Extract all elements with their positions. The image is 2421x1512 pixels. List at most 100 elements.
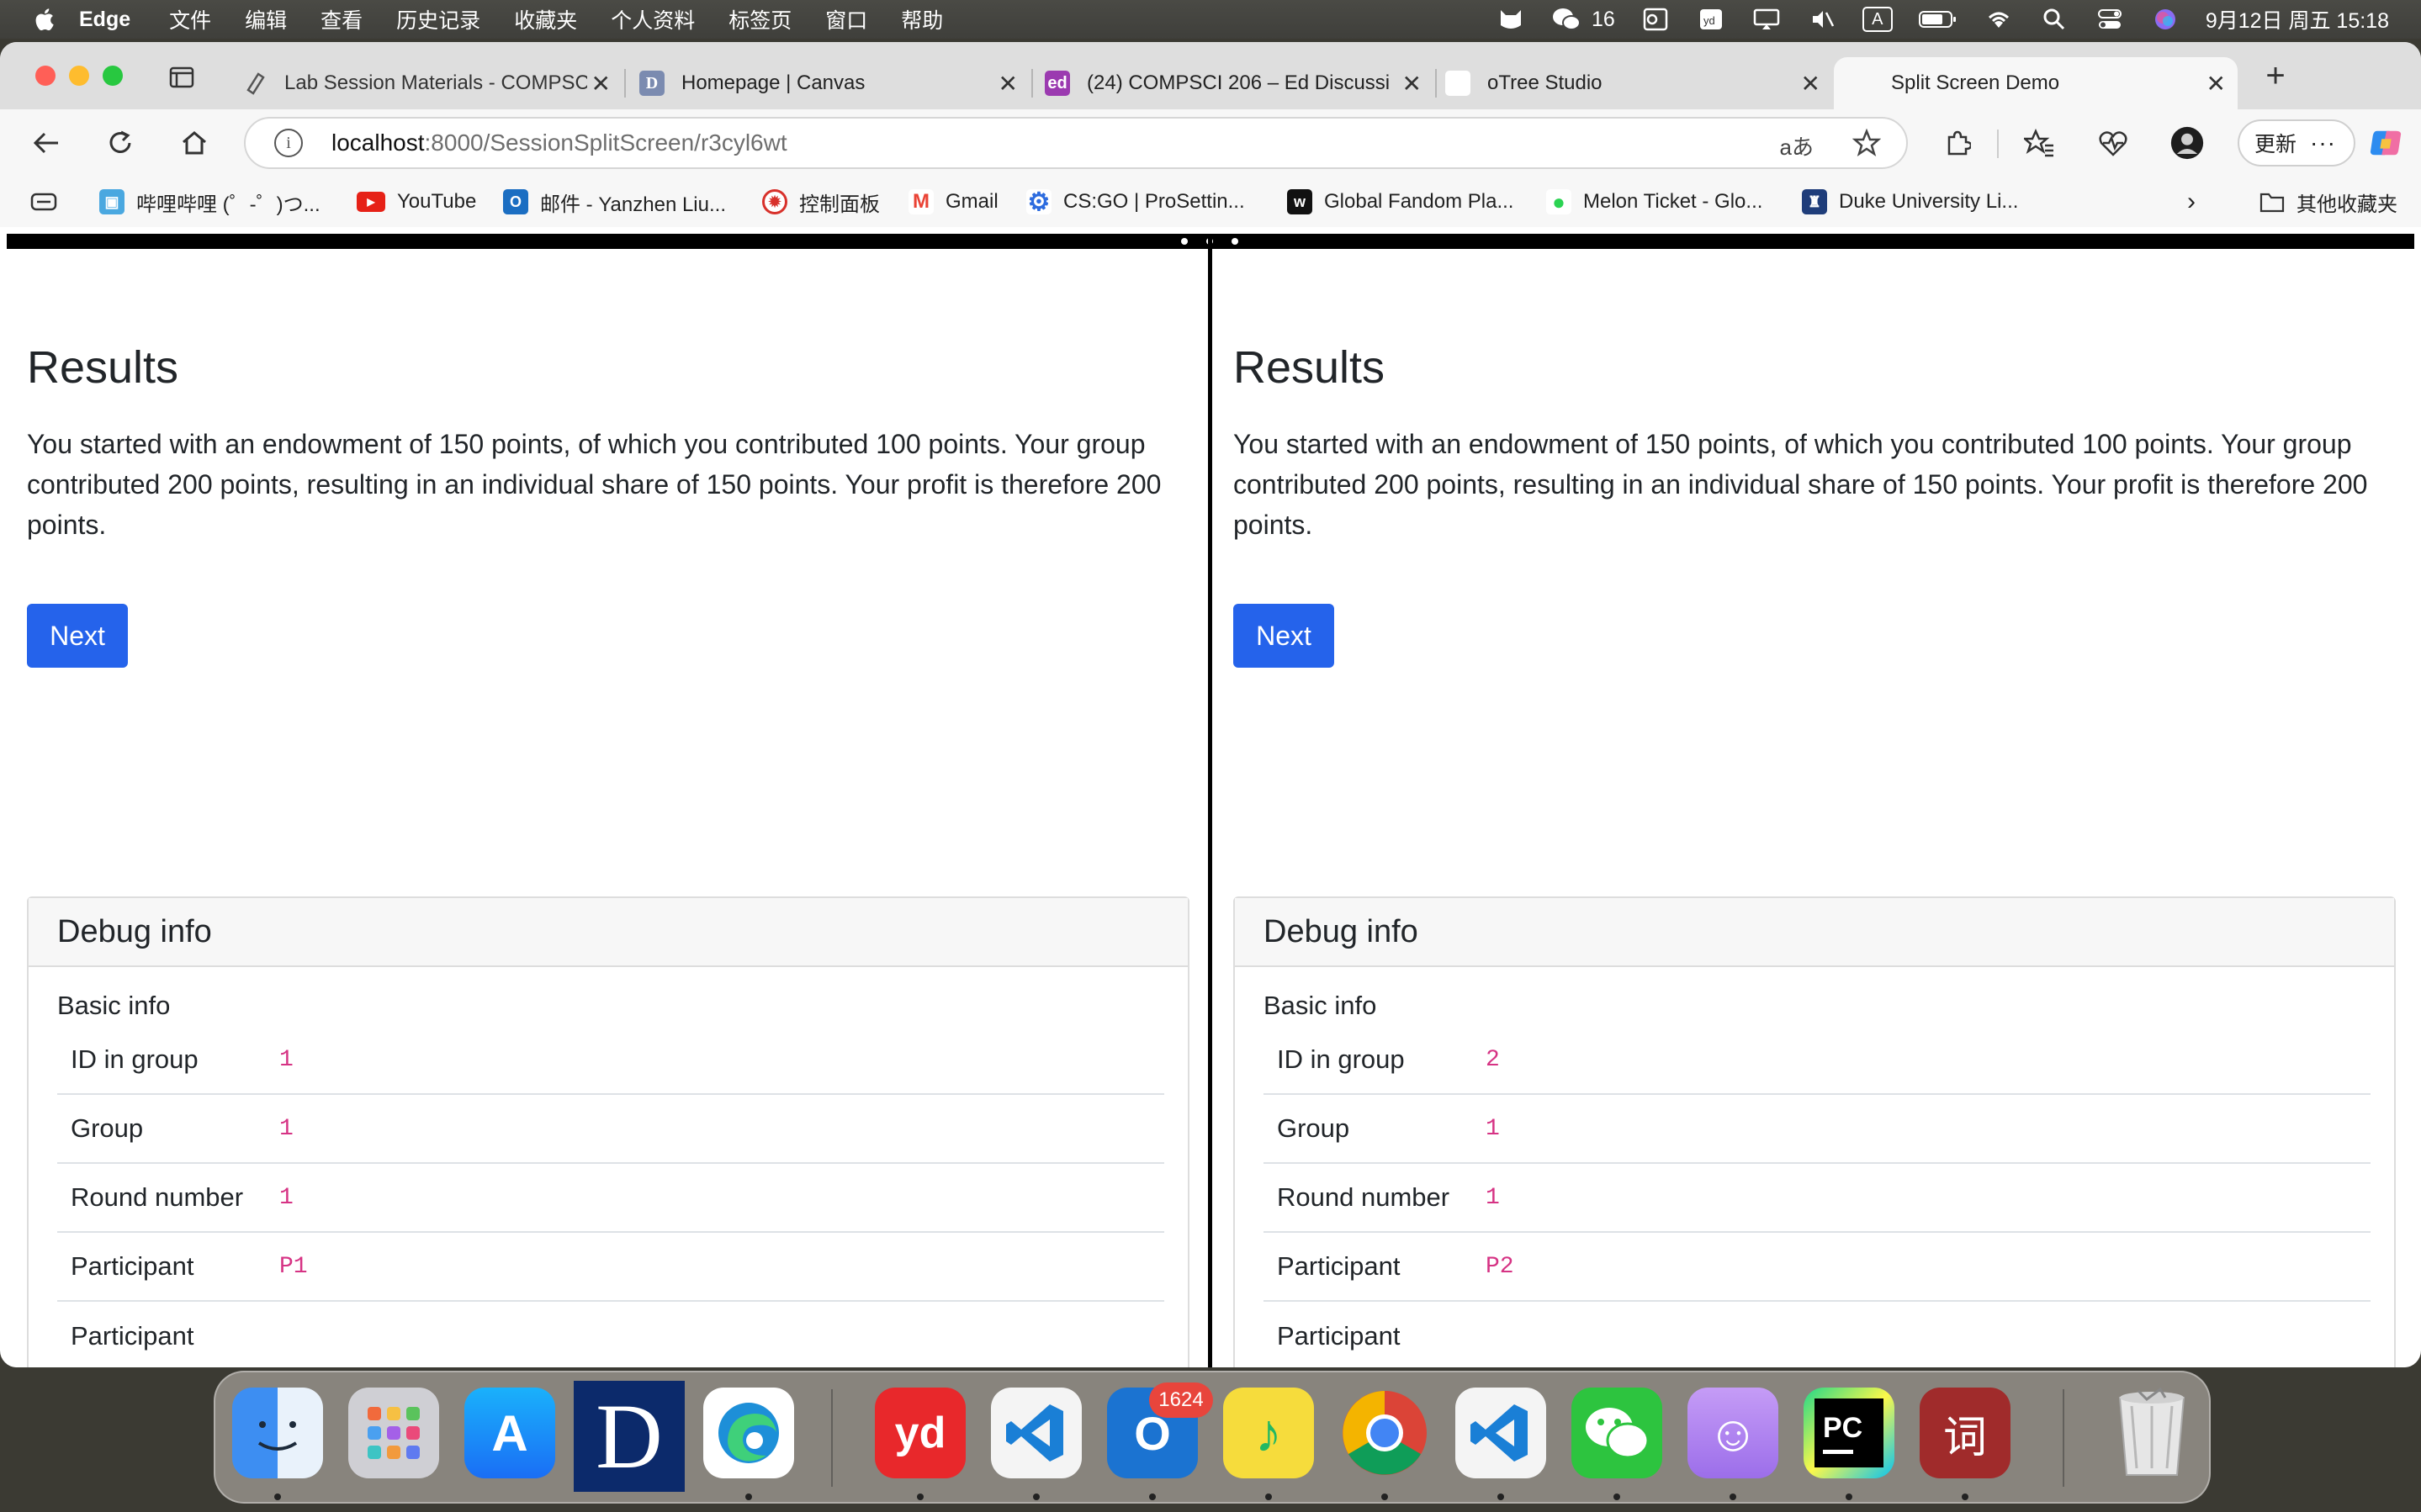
vscode-insiders-icon[interactable] <box>1455 1388 1546 1478</box>
folder-icon <box>2259 189 2285 214</box>
tab-ed-discussion[interactable]: ed (24) COMPSCI 206 – Ed Discussion ✕ <box>1033 57 1433 109</box>
dictionary-icon[interactable]: 词 <box>1920 1388 2010 1478</box>
bookmark-gmail[interactable]: M Gmail <box>909 188 999 215</box>
tab-title: (24) COMPSCI 206 – Ed Discussion <box>1087 71 1390 94</box>
launchpad-icon[interactable] <box>348 1388 439 1478</box>
menu-profile[interactable]: 个人资料 <box>611 4 695 34</box>
close-tab-icon[interactable]: ✕ <box>1402 70 1422 98</box>
table-row: Participant P1 <box>57 1233 1164 1302</box>
site-info-icon[interactable]: i <box>274 129 303 157</box>
menu-view[interactable]: 查看 <box>321 4 363 34</box>
trash-icon[interactable] <box>2106 1387 2197 1478</box>
outlook-icon[interactable]: O 1624 <box>1107 1382 1213 1478</box>
tab-actions-icon[interactable] <box>165 61 199 94</box>
menu-window[interactable]: 窗口 <box>825 4 867 34</box>
copilot-icon[interactable] <box>2369 126 2402 160</box>
bookmark-mail[interactable]: O 邮件 - Yanzhen Liu... <box>503 188 726 216</box>
outlook-status-icon[interactable] <box>1640 7 1671 32</box>
new-tab-icon[interactable]: + <box>2259 57 2292 94</box>
menu-app-name[interactable]: Edge <box>79 8 130 32</box>
tab-canvas[interactable]: D Homepage | Canvas ✕ <box>626 57 1030 109</box>
minimize-window-button[interactable] <box>69 66 89 86</box>
update-button[interactable]: 更新 ··· <box>2238 119 2355 167</box>
search-icon[interactable] <box>2039 7 2069 32</box>
macos-menu-bar: Edge 文件 编辑 查看 历史记录 收藏夹 个人资料 标签页 窗口 帮助 16… <box>0 0 2421 39</box>
next-button[interactable]: Next <box>1233 604 1334 668</box>
close-tab-icon[interactable]: ✕ <box>591 70 611 98</box>
duke-icon[interactable]: D <box>574 1381 685 1492</box>
bookmark-csgo[interactable]: ⚙ CS:GO | ProSettin... <box>1026 188 1245 216</box>
results-heading: Results <box>27 342 179 393</box>
bookmark-duke[interactable]: ♜ Duke University Li... <box>1802 188 2018 215</box>
youdao-icon[interactable]: yd <box>875 1388 966 1478</box>
tab-split-screen-demo[interactable]: Split Screen Demo ✕ <box>1834 57 2238 109</box>
wechat-status-icon[interactable] <box>1551 7 1581 32</box>
mute-icon[interactable] <box>1807 7 1837 32</box>
tab-lab-session[interactable]: Lab Session Materials - COMPSCI 206 ✕ <box>227 57 622 109</box>
tab-title: Split Screen Demo <box>1891 71 2060 94</box>
bookmark-bilibili[interactable]: ▣ 哔哩哔哩 (゜-゜)つ... <box>99 188 321 216</box>
control-center-icon[interactable] <box>2095 7 2125 32</box>
bookmark-control-panel[interactable]: ✹ 控制面板 <box>762 188 880 216</box>
bookmark-fandom[interactable]: w Global Fandom Pla... <box>1287 188 1513 215</box>
battery-icon[interactable] <box>1918 7 1958 32</box>
more-options-icon[interactable]: ··· <box>2310 130 2336 156</box>
melon-icon: ● <box>1546 189 1571 214</box>
wifi-icon[interactable] <box>1984 7 2014 32</box>
debug-info-title: Debug info <box>29 898 1188 967</box>
tab-otree-studio[interactable]: oTree Studio ✕ <box>1437 57 1832 109</box>
menu-tabs[interactable]: 标签页 <box>728 4 792 34</box>
reload-icon[interactable] <box>103 126 137 160</box>
menu-file[interactable]: 文件 <box>169 4 211 34</box>
tab-title: Homepage | Canvas <box>681 71 866 94</box>
right-participant-pane: Results You started with an endowment of… <box>1213 249 2408 1367</box>
next-button[interactable]: Next <box>27 604 128 668</box>
split-divider[interactable] <box>1208 234 1212 1367</box>
close-tab-icon[interactable]: ✕ <box>2206 70 2226 98</box>
translate-icon[interactable]: aあ <box>1780 130 1814 161</box>
menu-edit[interactable]: 编辑 <box>245 4 287 34</box>
close-tab-icon[interactable]: ✕ <box>1801 70 1820 98</box>
pycharm-icon[interactable]: PC <box>1804 1388 1894 1478</box>
edge-icon[interactable] <box>703 1388 794 1478</box>
close-window-button[interactable] <box>35 66 56 86</box>
bookmark-melon[interactable]: ● Melon Ticket - Glo... <box>1546 188 1762 215</box>
url-host: localhost <box>331 130 425 156</box>
vscode-icon[interactable] <box>991 1388 1082 1478</box>
browser-essentials-icon[interactable] <box>2096 126 2130 160</box>
close-tab-icon[interactable]: ✕ <box>999 70 1018 98</box>
youdao-status-icon[interactable]: yd <box>1696 7 1726 32</box>
app-store-icon[interactable]: A <box>464 1388 555 1478</box>
table-row: Group 1 <box>1263 1095 2371 1164</box>
chrome-icon[interactable] <box>1339 1388 1430 1478</box>
cat-app-icon[interactable]: ☺ <box>1687 1388 1778 1478</box>
other-favorites-folder[interactable]: 其他收藏夹 <box>2259 188 2397 216</box>
favorite-star-icon[interactable] <box>1852 128 1882 163</box>
youtube-icon: ▶ <box>357 192 385 212</box>
menu-help[interactable]: 帮助 <box>901 4 943 34</box>
maximize-window-button[interactable] <box>103 66 123 86</box>
bookmarks-overflow-chevron-icon[interactable]: › <box>2187 188 2196 215</box>
cat-status-icon[interactable] <box>1496 7 1526 32</box>
blank-page-icon <box>1445 71 1470 96</box>
clock-datetime[interactable]: 9月12日 周五 15:18 <box>2206 4 2389 34</box>
profile-avatar[interactable] <box>2170 126 2204 160</box>
bookmarks-menu-icon[interactable] <box>30 188 57 215</box>
extensions-icon[interactable] <box>1940 126 1973 160</box>
basic-info-heading: Basic info <box>57 991 171 1020</box>
apple-icon[interactable] <box>32 7 56 32</box>
menu-favorites[interactable]: 收藏夹 <box>514 4 577 34</box>
back-icon[interactable] <box>30 126 64 160</box>
table-row: Participant <box>1277 1321 1401 1351</box>
address-bar[interactable]: i localhost :8000/SessionSplitScreen/r3c… <box>244 117 1908 169</box>
favorites-icon[interactable] <box>2022 126 2056 160</box>
wechat-icon[interactable] <box>1571 1388 1662 1478</box>
display-icon[interactable] <box>1751 7 1782 32</box>
home-icon[interactable] <box>177 126 211 160</box>
qq-music-icon[interactable]: ♪ <box>1223 1388 1314 1478</box>
siri-icon[interactable] <box>2150 7 2180 32</box>
menu-history[interactable]: 历史记录 <box>396 4 480 34</box>
finder-icon[interactable] <box>232 1388 323 1478</box>
bookmark-youtube[interactable]: ▶ YouTube <box>357 188 476 215</box>
input-method-icon[interactable]: A <box>1862 7 1893 32</box>
